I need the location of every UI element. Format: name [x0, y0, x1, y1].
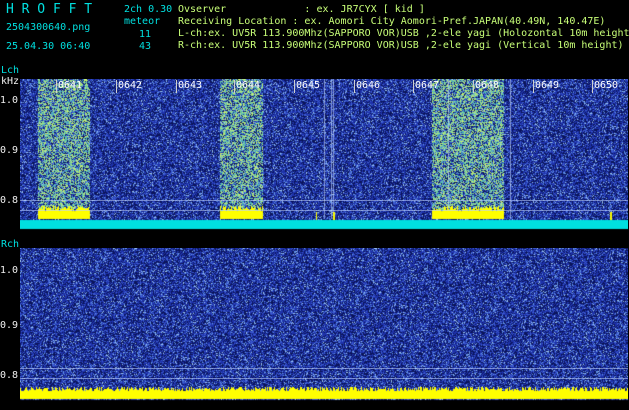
minute-label: 0648 [475, 80, 500, 91]
rch-ytick-0-8: 0.8 [0, 370, 19, 381]
lch-receiver-line: L-ch:ex. UV5R 113.900Mhz(SAPPORO VOR)USB… [178, 28, 629, 39]
meteor-count-lch: 11 [139, 29, 152, 40]
app-title: H R O F F T [6, 2, 93, 17]
minute-label: 0646 [356, 80, 381, 91]
minute-tick [56, 80, 57, 93]
rch-channel-label: Rch [1, 239, 20, 250]
minute-tick [354, 80, 355, 93]
minute-tick [533, 80, 534, 93]
lch-gridline-0-78 [20, 210, 628, 211]
minute-label: 0645 [296, 80, 321, 91]
minute-tick [116, 80, 117, 93]
lch-ytick-0-9: 0.9 [0, 145, 19, 156]
minute-tick [176, 80, 177, 93]
minute-label: 0642 [118, 80, 143, 91]
minute-tick [294, 80, 295, 93]
observer-line: Ovserver : ex. JR7CYX [ kid ] [178, 4, 425, 15]
minute-tick [473, 80, 474, 93]
minute-label: 0643 [178, 80, 203, 91]
minute-tick [413, 80, 414, 93]
rch-ytick-1-0: 1.0 [0, 265, 19, 276]
lch-channel-label: Lch [1, 65, 20, 76]
minute-tick [234, 80, 235, 93]
lch-ytick-0-8: 0.8 [0, 195, 19, 206]
mode-label: 2ch 0.30 [124, 4, 173, 15]
minute-label: 0649 [535, 80, 560, 91]
meteor-count-rch: 43 [139, 41, 152, 52]
lch-gridline-0-8 [20, 200, 628, 201]
rch-receiver-line: R-ch:ex. UV5R 113.900Mhz(SAPPORO VOR)USB… [178, 40, 624, 51]
minute-label: 0647 [415, 80, 440, 91]
datetime-label: 25.04.30 06:40 [6, 41, 91, 52]
minute-tick [592, 80, 593, 93]
lch-ytick-1-0: 1.0 [0, 95, 19, 106]
minute-label: 0641 [58, 80, 83, 91]
location-line: Receiving Location : ex. Aomori City Aom… [178, 16, 606, 27]
minute-label: 0650 [594, 80, 619, 91]
rch-ytick-0-9: 0.9 [0, 320, 19, 331]
rch-gridline-0-78 [20, 378, 628, 379]
filename-label: 2504300640.png [6, 22, 91, 33]
minute-label: 0644 [236, 80, 261, 91]
rch-gridline-0-8 [20, 368, 628, 369]
lch-unit-label: kHz [1, 76, 20, 87]
meteor-label: meteor [124, 16, 161, 27]
